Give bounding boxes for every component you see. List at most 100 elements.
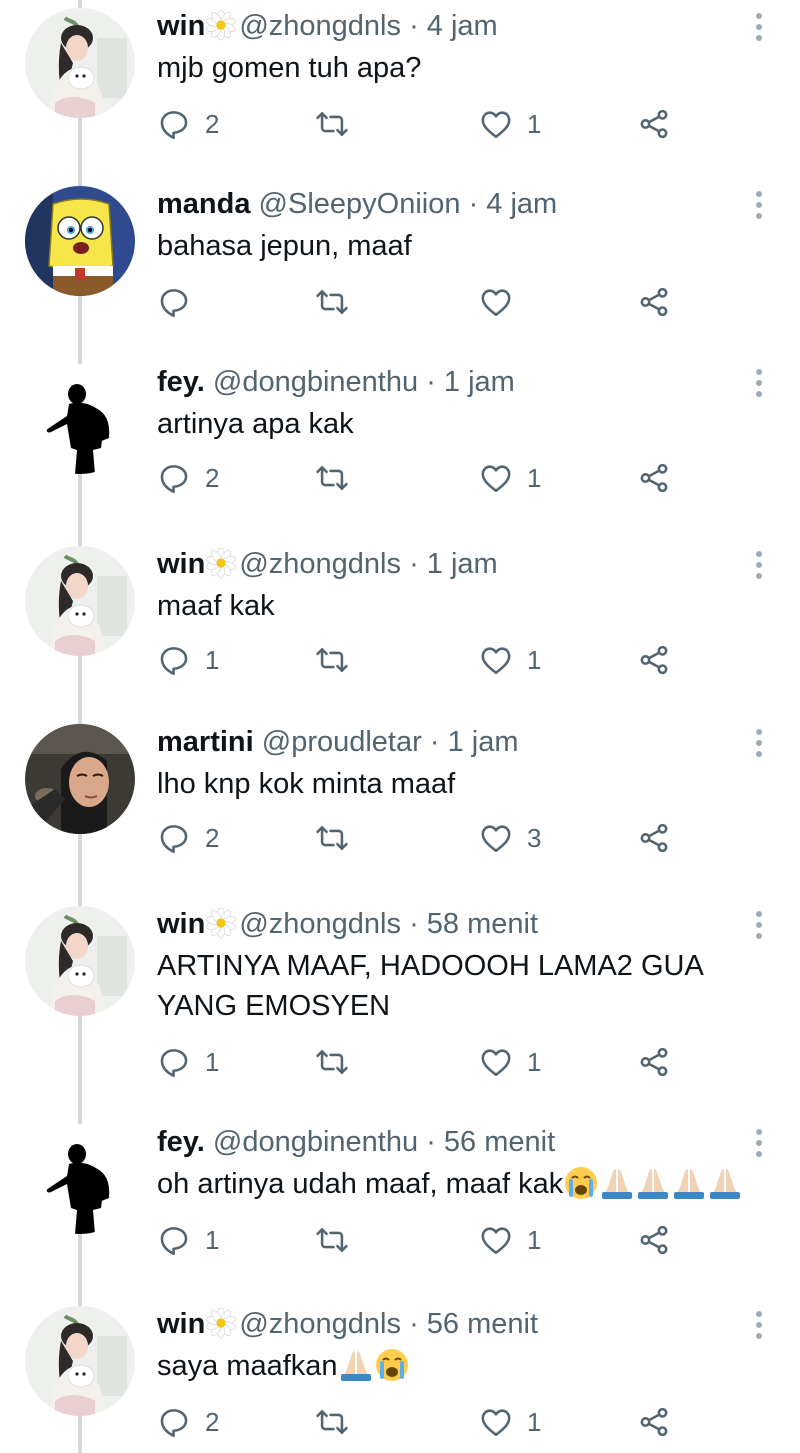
like-button[interactable]: 1 <box>479 1220 541 1260</box>
like-button[interactable]: 1 <box>479 458 541 498</box>
flower-emoji-icon <box>205 907 237 939</box>
avatar[interactable] <box>25 906 135 1016</box>
share-button[interactable] <box>637 1402 671 1442</box>
share-button[interactable] <box>637 282 671 322</box>
timestamp[interactable]: 4 jam <box>427 10 498 42</box>
user-handle[interactable]: @dongbinenthu <box>213 1126 418 1158</box>
tweet-actions <box>157 282 687 322</box>
more-options-icon[interactable] <box>752 1126 766 1162</box>
timestamp[interactable]: 56 menit <box>427 1308 538 1340</box>
retweet-button[interactable] <box>315 282 363 322</box>
share-button[interactable] <box>637 640 671 680</box>
like-count: 1 <box>527 644 542 675</box>
avatar[interactable] <box>25 724 135 834</box>
more-options-icon[interactable] <box>752 548 766 584</box>
avatar[interactable] <box>25 1124 135 1234</box>
reply-icon <box>157 461 191 495</box>
timestamp[interactable]: 1 jam <box>448 726 519 758</box>
flower-emoji-icon <box>205 1307 237 1339</box>
share-icon <box>637 643 671 677</box>
like-button[interactable]: 1 <box>479 640 541 680</box>
retweet-button[interactable] <box>315 1042 363 1082</box>
share-button[interactable] <box>637 1220 671 1260</box>
reply-button[interactable]: 1 <box>157 1220 219 1260</box>
flower-emoji-icon <box>205 9 237 41</box>
more-options-icon[interactable] <box>752 188 766 224</box>
heart-icon <box>479 643 513 677</box>
display-name[interactable]: win <box>157 1308 205 1340</box>
share-icon <box>637 821 671 855</box>
share-button[interactable] <box>637 1042 671 1082</box>
tweet-header: win @zhongdnls · 56 menit <box>157 1306 538 1342</box>
reply-button[interactable]: 1 <box>157 1042 219 1082</box>
more-options-icon[interactable] <box>752 1308 766 1344</box>
heart-icon <box>479 821 513 855</box>
display-name[interactable]: win <box>157 548 205 580</box>
tweet-text: mjb gomen tuh apa? <box>157 48 757 88</box>
heart-icon <box>479 1223 513 1257</box>
separator-dot: · <box>409 908 419 940</box>
reply-button[interactable]: 2 <box>157 1402 219 1442</box>
tweet-text: lho knp kok minta maaf <box>157 764 757 804</box>
reply-button[interactable]: 1 <box>157 640 219 680</box>
retweet-button[interactable] <box>315 104 363 144</box>
display-name[interactable]: fey. <box>157 1126 205 1158</box>
reply-button[interactable]: 2 <box>157 104 219 144</box>
share-icon <box>637 461 671 495</box>
share-button[interactable] <box>637 104 671 144</box>
reply-button[interactable] <box>157 282 205 322</box>
avatar[interactable] <box>25 186 135 296</box>
retweet-button[interactable] <box>315 1220 363 1260</box>
folded-hands-emoji-icon <box>635 1165 671 1201</box>
like-button[interactable]: 3 <box>479 818 541 858</box>
timestamp[interactable]: 56 menit <box>444 1126 555 1158</box>
share-button[interactable] <box>637 818 671 858</box>
separator-dot: · <box>409 1308 419 1340</box>
display-name[interactable]: martini <box>157 726 254 758</box>
reply-icon <box>157 1223 191 1257</box>
reply-icon <box>157 1405 191 1439</box>
more-options-icon[interactable] <box>752 726 766 762</box>
avatar[interactable] <box>25 364 135 474</box>
user-handle[interactable]: @zhongdnls <box>239 548 401 580</box>
user-handle[interactable]: @zhongdnls <box>239 10 401 42</box>
share-icon <box>637 1405 671 1439</box>
like-button[interactable]: 1 <box>479 1042 541 1082</box>
display-name[interactable]: win <box>157 10 205 42</box>
tweet-header: martini @proudletar · 1 jam <box>157 724 519 760</box>
retweet-button[interactable] <box>315 458 363 498</box>
reply-button[interactable]: 2 <box>157 458 219 498</box>
timestamp[interactable]: 1 jam <box>444 366 515 398</box>
like-button[interactable]: 1 <box>479 1402 541 1442</box>
separator-dot: · <box>468 188 479 220</box>
display-name[interactable]: fey. <box>157 366 205 398</box>
retweet-button[interactable] <box>315 640 363 680</box>
user-handle[interactable]: @dongbinenthu <box>213 366 418 398</box>
more-options-icon[interactable] <box>752 10 766 46</box>
user-handle[interactable]: @SleepyOniion <box>259 188 461 220</box>
like-count: 1 <box>527 1046 542 1077</box>
reply-button[interactable]: 2 <box>157 818 219 858</box>
display-name[interactable]: win <box>157 908 205 940</box>
retweet-button[interactable] <box>315 1402 363 1442</box>
timestamp[interactable]: 58 menit <box>427 908 538 940</box>
user-handle[interactable]: @zhongdnls <box>239 1308 401 1340</box>
like-button[interactable] <box>479 282 527 322</box>
more-options-icon[interactable] <box>752 366 766 402</box>
folded-hands-emoji-icon <box>599 1165 635 1201</box>
like-button[interactable]: 1 <box>479 104 541 144</box>
display-name[interactable]: manda <box>157 188 250 220</box>
tweet-actions: 21 <box>157 458 687 498</box>
avatar[interactable] <box>25 546 135 656</box>
user-handle[interactable]: @zhongdnls <box>239 908 401 940</box>
avatar[interactable] <box>25 1306 135 1416</box>
timestamp[interactable]: 4 jam <box>486 188 557 220</box>
heart-icon <box>479 1045 513 1079</box>
share-button[interactable] <box>637 458 671 498</box>
avatar[interactable] <box>25 8 135 118</box>
user-handle[interactable]: @proudletar <box>262 726 422 758</box>
more-options-icon[interactable] <box>752 908 766 944</box>
timestamp[interactable]: 1 jam <box>427 548 498 580</box>
retweet-icon <box>315 821 349 855</box>
retweet-button[interactable] <box>315 818 363 858</box>
